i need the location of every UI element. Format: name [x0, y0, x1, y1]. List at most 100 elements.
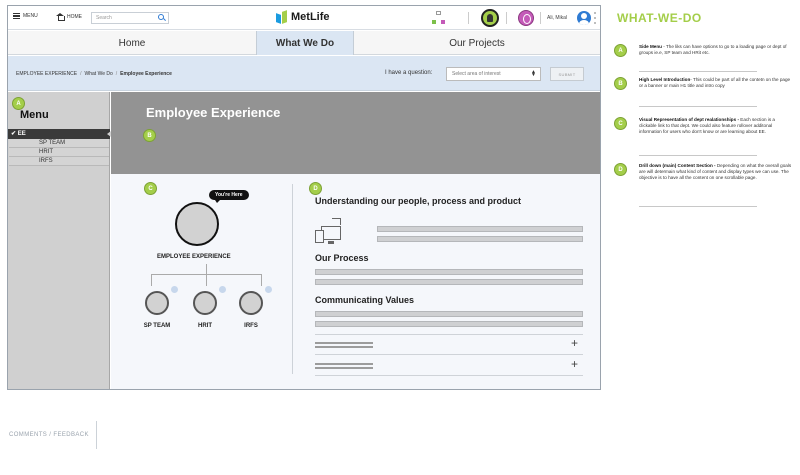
- org-node-hrit[interactable]: [193, 291, 217, 315]
- placeholder-text-line: [315, 279, 583, 285]
- main-nav: Home What We Do Our Projects: [8, 31, 600, 55]
- annotation-badge-b: B: [614, 77, 627, 90]
- profile-app-icon[interactable]: [481, 9, 499, 27]
- placeholder-text-line: [377, 236, 583, 242]
- annotation-panel-title: WHAT-WE-DO: [617, 11, 702, 25]
- divider: [506, 12, 507, 24]
- wireframe-frame: MENU HOME Search MetLife Ali, Mikal Home…: [7, 5, 601, 390]
- annotation-divider: [639, 155, 757, 156]
- sidebar-item-ee[interactable]: ✔ EE: [8, 129, 111, 139]
- accordion-title-placeholder: [315, 342, 373, 344]
- home-icon: [56, 13, 65, 21]
- tab-home[interactable]: Home: [8, 31, 256, 55]
- top-bar: MENU HOME Search MetLife Ali, Mikal: [8, 6, 600, 30]
- menu-label: MENU: [23, 13, 38, 19]
- search-icon[interactable]: [158, 14, 164, 20]
- annotation-heading: Side Menu: [639, 44, 662, 49]
- accordion-title-placeholder: [315, 346, 373, 348]
- question-label: I have a question:: [385, 70, 433, 76]
- annotation-heading: Visual Representation of dept realations…: [639, 117, 739, 122]
- accordion-divider: [315, 354, 583, 355]
- sidebar-item-label: EE: [17, 131, 26, 137]
- annotation-badge-b: B: [143, 129, 156, 142]
- annotation-badge-c: C: [614, 117, 627, 130]
- annotation-divider: [639, 206, 757, 207]
- breadcrumb-bar: EMPLOYEE EXPERIENCE / What We Do / Employee …: [8, 56, 600, 91]
- tab-our-projects[interactable]: Our Projects: [354, 31, 600, 55]
- placeholder-text-line: [315, 311, 583, 317]
- check-icon: ✔: [11, 131, 17, 137]
- side-menu: A Menu ✔ EE SP TEAM HRIT IRFS: [8, 92, 111, 389]
- breadcrumb: EMPLOYEE EXPERIENCE / What We Do / Employee …: [16, 71, 172, 77]
- select-arrows-icon: ▲ ▼: [531, 69, 536, 78]
- hamburger-icon: [13, 13, 20, 19]
- brand-logo[interactable]: MetLife: [276, 10, 330, 24]
- section-heading: Understanding our people, process and pr…: [315, 196, 522, 206]
- org-root-label: EMPLOYEE EXPERIENCE: [157, 254, 231, 260]
- search-placeholder: Search: [96, 15, 112, 21]
- placeholder-text-line: [315, 269, 583, 275]
- more-options-icon[interactable]: [594, 12, 596, 24]
- comments-feedback-label[interactable]: COMMENTS / FEEDBACK: [9, 432, 89, 438]
- home-label: HOME: [67, 13, 82, 20]
- avatar[interactable]: [577, 11, 591, 25]
- org-label-sp-team: SP TEAM: [143, 323, 171, 329]
- search-input[interactable]: Search: [91, 12, 169, 24]
- info-icon[interactable]: [265, 286, 272, 293]
- menu-button[interactable]: MENU: [13, 13, 38, 19]
- annotation-body: - The liks can have options to go to a l…: [639, 44, 787, 56]
- breadcrumb-separator: /: [115, 71, 118, 77]
- sidebar-item-irfs[interactable]: IRFS: [9, 157, 109, 166]
- divider: [540, 12, 541, 24]
- sidebar-item-sp-team[interactable]: SP TEAM: [9, 139, 109, 148]
- expand-plus-icon[interactable]: +: [571, 358, 578, 370]
- annotation-divider: [639, 106, 757, 107]
- app-icon[interactable]: [518, 10, 534, 26]
- section-heading: Communicating Values: [315, 295, 415, 305]
- section-heading: Our Process: [315, 253, 369, 263]
- placeholder-text-line: [377, 226, 583, 232]
- expand-plus-icon[interactable]: +: [571, 337, 578, 349]
- home-button[interactable]: HOME: [56, 13, 82, 21]
- breadcrumb-item[interactable]: What We Do: [85, 71, 113, 77]
- accordion-divider: [315, 375, 583, 376]
- info-icon[interactable]: [219, 286, 226, 293]
- org-connectors: [151, 264, 262, 286]
- annotation-heading: Drill down (main) Content Section -: [639, 163, 716, 168]
- user-name[interactable]: Ali, Mikal: [547, 15, 567, 21]
- accordion-divider: [315, 334, 583, 335]
- content-area: C D You're Here EMPLOYEE EXPERIENCE SP T…: [111, 174, 600, 389]
- annotation-badge-d: D: [309, 182, 322, 195]
- menu-title: Menu: [20, 109, 49, 121]
- tab-what-we-do[interactable]: What We Do: [256, 31, 354, 55]
- brand-name: MetLife: [291, 11, 330, 23]
- annotation-text: High Level Introduction- This could be p…: [639, 77, 792, 89]
- sidebar-item-hrit[interactable]: HRIT: [9, 148, 109, 157]
- interest-select-value: Select area of interest: [452, 71, 501, 77]
- page-title: Employee Experience: [146, 105, 281, 120]
- breadcrumb-item[interactable]: EMPLOYEE EXPERIENCE: [16, 71, 77, 77]
- annotation-badge-c: C: [144, 182, 157, 195]
- metlife-logo-icon: [276, 10, 288, 24]
- sidebar-submenu: SP TEAM HRIT IRFS: [9, 139, 109, 166]
- hero-banner: Employee Experience B: [111, 92, 600, 174]
- annotation-text: Side Menu - The liks can have options to…: [639, 44, 792, 56]
- divider: [468, 12, 469, 24]
- info-icon[interactable]: [171, 286, 178, 293]
- org-node-irfs[interactable]: [239, 291, 263, 315]
- org-node-employee-experience[interactable]: [175, 202, 219, 246]
- you-are-here-tag: You're Here: [209, 190, 249, 203]
- annotation-divider: [639, 71, 757, 72]
- placeholder-text-line: [315, 321, 583, 327]
- annotation-text: Drill down (main) Content Section - Depe…: [639, 163, 792, 182]
- submit-button[interactable]: SUBMIT: [550, 67, 584, 81]
- org-chart-icon[interactable]: [432, 11, 446, 25]
- accordion-title-placeholder: [315, 363, 373, 365]
- breadcrumb-separator: /: [80, 71, 82, 77]
- breadcrumb-current: Employee Experience: [120, 71, 172, 77]
- interest-select[interactable]: Select area of interest ▲ ▼: [446, 67, 541, 81]
- annotation-heading: High Level Introduction: [639, 77, 691, 82]
- annotation-badge-a: A: [614, 44, 627, 57]
- annotation-text: Visual Representation of dept realations…: [639, 117, 792, 136]
- org-node-sp-team[interactable]: [145, 291, 169, 315]
